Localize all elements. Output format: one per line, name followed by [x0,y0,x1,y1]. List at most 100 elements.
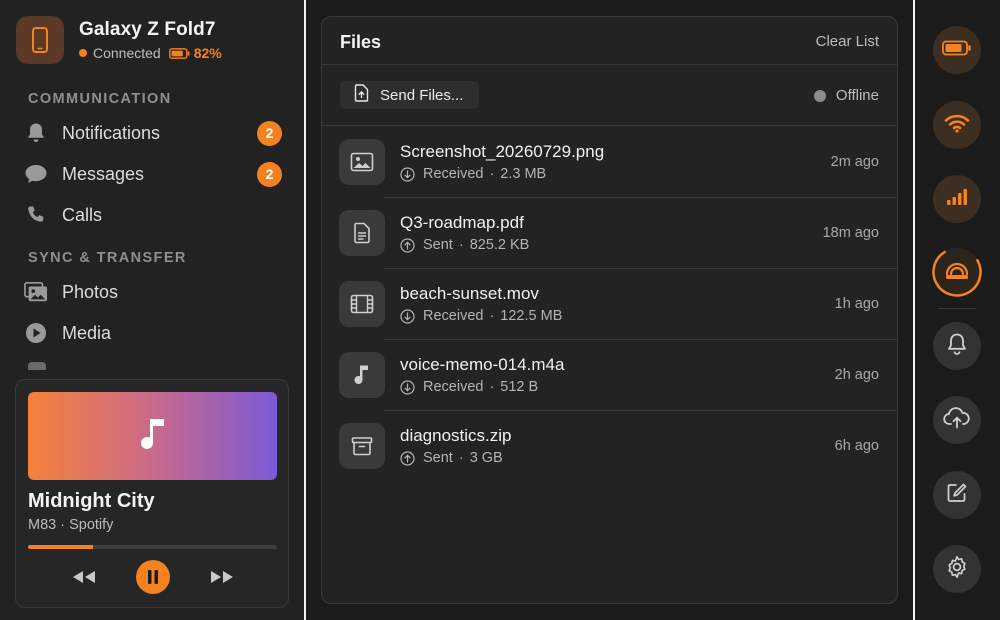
file-time: 2h ago [834,367,879,383]
track-progress-fill [28,545,93,549]
file-row[interactable]: Q3-roadmap.pdf Sent · 825.2 KB 18m ago [322,198,897,269]
file-name: Screenshot_20260729.png [400,142,605,161]
file-time: 18m ago [822,225,879,241]
phone-handset-icon [24,203,48,227]
device-status: Connected 82% [79,45,222,61]
signal-icon [946,188,968,211]
sidebar-item-messages[interactable]: Messages 2 [16,155,292,193]
connection-dot [79,49,87,57]
section-label-communication: COMMUNICATION [28,91,172,107]
messages-badge: 2 [257,161,282,187]
pause-button[interactable] [136,560,170,594]
album-art [28,392,277,480]
music-note-icon [339,352,385,398]
rewind-button[interactable] [72,570,96,584]
transfer-status: Offline [813,87,879,104]
file-time: 2m ago [830,154,879,170]
settings-button[interactable] [933,545,981,593]
file-time: 6h ago [834,438,879,454]
sidebar-item-label: Media [62,322,112,343]
sidebar-item-calls[interactable]: Calls [16,196,292,234]
sidebar-item-label: Calls [62,204,103,225]
music-note-icon [140,417,166,456]
file-meta: Received · 512 B [400,379,538,395]
file-row[interactable]: beach-sunset.mov Received · 122.5 MB 1h … [322,269,897,340]
panel-title: Files [340,32,382,52]
download-arrow-icon [400,379,415,395]
file-direction: Sent [423,237,453,253]
file-row[interactable]: voice-memo-014.m4a Received · 512 B 2h a… [322,340,897,411]
file-time: 1h ago [834,296,879,312]
signal-button[interactable] [933,175,981,223]
bell-icon [24,121,48,145]
sidebar-item-media[interactable]: Media [16,314,292,352]
sync-progress-ring [932,247,982,297]
clear-list-button[interactable]: Clear List [816,33,879,50]
file-size: 3 GB [469,450,503,466]
status-dot [813,89,826,102]
file-row[interactable]: diagnostics.zip Sent · 3 GB 6h ago [322,411,897,482]
playback-controls [16,560,290,594]
play-circle-icon [24,321,48,345]
wifi-icon [944,113,970,138]
battery-small-icon [168,47,190,59]
track-progress-bar[interactable] [28,545,277,549]
battery-percent: 82% [193,45,222,61]
sidebar-item-label: Messages [62,163,145,184]
film-icon [339,281,385,327]
fast-forward-button[interactable] [210,570,234,584]
device-header[interactable]: Galaxy Z Fold7 Connected 82% [16,16,296,64]
wifi-button[interactable] [933,101,981,149]
notifications-button[interactable] [933,322,981,370]
rail-separator [938,308,976,309]
sidebar-item-partial [28,362,46,370]
status-label: Offline [835,87,879,104]
sync-button[interactable] [932,247,982,297]
bell-icon [946,332,968,361]
document-icon [339,210,385,256]
cloud-upload-button[interactable] [933,396,981,444]
device-name: Galaxy Z Fold7 [79,19,216,40]
sidebar-item-photos[interactable]: Photos [16,273,292,311]
download-arrow-icon [400,166,415,182]
files-toolbar: Send Files... Offline [322,66,897,126]
connection-status: Connected [93,45,161,61]
upload-arrow-icon [400,450,415,466]
file-direction: Received [423,166,484,182]
photos-icon [24,280,48,304]
sidebar-item-label: Photos [62,281,119,302]
track-title: Midnight City [28,490,155,512]
rail-divider [913,0,915,620]
chat-bubble-icon [24,162,48,186]
file-meta: Received · 2.3 MB [400,166,546,182]
files-header: Files Clear List [322,17,897,65]
sidebar-item-notifications[interactable]: Notifications 2 [16,114,292,152]
image-icon [339,139,385,185]
battery-button[interactable] [933,26,981,74]
file-name: Q3-roadmap.pdf [400,213,524,232]
download-arrow-icon [400,308,415,324]
sidebar-divider [304,0,306,620]
files-panel: Files Clear List Send Files... Offline S… [321,16,898,604]
now-playing-card: Midnight City M83 · Spotify [15,379,289,608]
file-row[interactable]: Screenshot_20260729.png Received · 2.3 M… [322,127,897,198]
edit-icon [946,482,968,509]
settings-icon [945,555,969,584]
edit-button[interactable] [933,471,981,519]
file-size: 825.2 KB [469,237,530,253]
file-name: diagnostics.zip [400,426,512,445]
file-direction: Received [423,308,484,324]
phone-icon [16,16,64,64]
file-size: 122.5 MB [500,308,563,324]
file-size: 2.3 MB [500,166,547,182]
file-name: voice-memo-014.m4a [400,355,565,374]
right-rail [916,0,1000,620]
file-direction: Received [423,379,484,395]
send-files-button[interactable]: Send Files... [340,81,480,109]
send-files-label: Send Files... [380,86,464,104]
battery-icon [942,40,972,61]
file-meta: Received · 122.5 MB [400,308,562,324]
file-meta: Sent · 3 GB [400,450,503,466]
cloud-upload-icon [943,406,971,434]
upload-arrow-icon [400,237,415,253]
